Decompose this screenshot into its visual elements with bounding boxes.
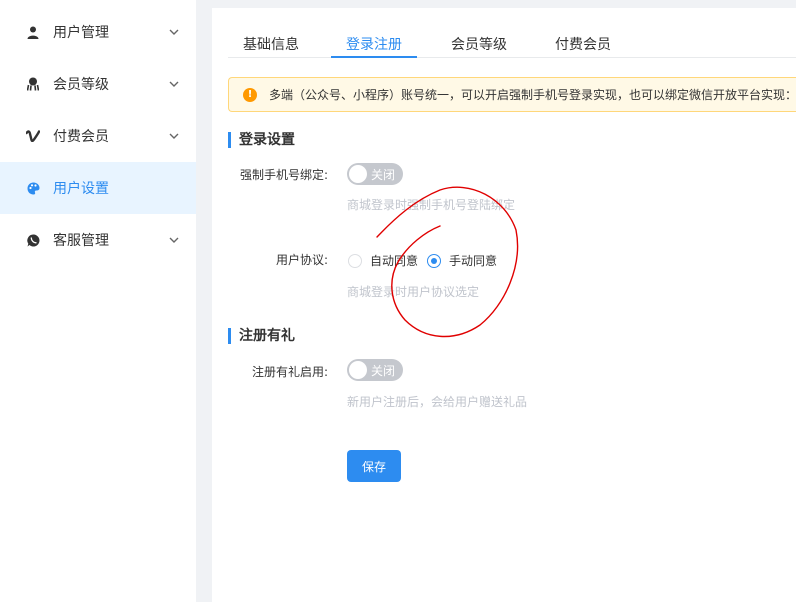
vimeo-v-icon (25, 128, 41, 144)
switch-text: 关闭 (371, 364, 396, 378)
member-level-icon (25, 76, 41, 92)
sidebar-item-label: 会员等级 (53, 77, 109, 93)
gift-enabled-help: 新用户注册后，会给用户赠送礼品 (347, 395, 528, 409)
radio-label: 自动同意 (370, 254, 419, 268)
sidebar-item-user-settings[interactable]: 用户设置 (0, 162, 196, 214)
warning-icon: ! (243, 87, 257, 102)
chevron-down-icon (168, 234, 180, 246)
tab-paid-member[interactable]: 付费会员 (555, 28, 611, 57)
radio-label: 手动同意 (449, 254, 498, 268)
section-title-login: 登录设置 (228, 132, 295, 148)
sidebar-item-paid-member[interactable]: 付费会员 (0, 110, 196, 162)
settings-panel: 基础信息 登录注册 会员等级 付费会员 ! 多端（公众号、小程序）账号统一，可以… (212, 8, 796, 602)
radio-auto-agree[interactable]: 自动同意 (348, 252, 418, 269)
palette-icon (25, 180, 41, 196)
tab-login-register[interactable]: 登录注册 (331, 28, 417, 58)
tab-bar: 基础信息 登录注册 会员等级 付费会员 (228, 28, 796, 58)
force-phone-help: 商城登录时强制手机号登陆绑定 (347, 198, 516, 212)
chevron-down-icon (168, 78, 180, 90)
chevron-down-icon (168, 130, 180, 142)
tab-member-level[interactable]: 会员等级 (451, 28, 507, 57)
user-icon (25, 24, 41, 40)
whatsapp-icon (25, 232, 41, 248)
section-title-register: 注册有礼 (228, 328, 295, 344)
sidebar-item-user-management[interactable]: 用户管理 (0, 6, 196, 58)
radio-circle (427, 253, 441, 268)
sidebar: 用户管理 会员等级 付费会员 用户设置 客服管理 (0, 0, 196, 602)
agreement-help: 商城登录时用户协议选定 (347, 285, 480, 299)
sidebar-item-customer-service[interactable]: 客服管理 (0, 214, 196, 266)
gift-enabled-switch[interactable]: 关闭 (347, 359, 403, 381)
notice-text: 多端（公众号、小程序）账号统一，可以开启强制手机号登录实现，也可以绑定微信开放平… (269, 88, 796, 102)
sidebar-item-member-level[interactable]: 会员等级 (0, 58, 196, 110)
chevron-down-icon (168, 26, 180, 38)
save-button[interactable]: 保存 (347, 450, 401, 482)
force-phone-label: 强制手机号绑定: (239, 168, 328, 182)
tab-basic-info[interactable]: 基础信息 (243, 28, 299, 57)
agreement-label: 用户协议: (275, 253, 328, 267)
gift-enabled-label: 注册有礼启用: (251, 365, 328, 379)
sidebar-item-label: 用户设置 (53, 181, 109, 197)
switch-knob (349, 361, 367, 379)
radio-manual-agree[interactable]: 手动同意 (427, 252, 497, 269)
switch-knob (349, 165, 367, 183)
switch-text: 关闭 (371, 168, 396, 182)
sidebar-item-label: 客服管理 (53, 233, 109, 249)
sidebar-item-label: 用户管理 (53, 25, 109, 41)
sidebar-item-label: 付费会员 (53, 129, 109, 145)
info-notice: ! 多端（公众号、小程序）账号统一，可以开启强制手机号登录实现，也可以绑定微信开… (228, 77, 796, 112)
force-phone-switch[interactable]: 关闭 (347, 163, 403, 185)
radio-circle (348, 253, 362, 268)
